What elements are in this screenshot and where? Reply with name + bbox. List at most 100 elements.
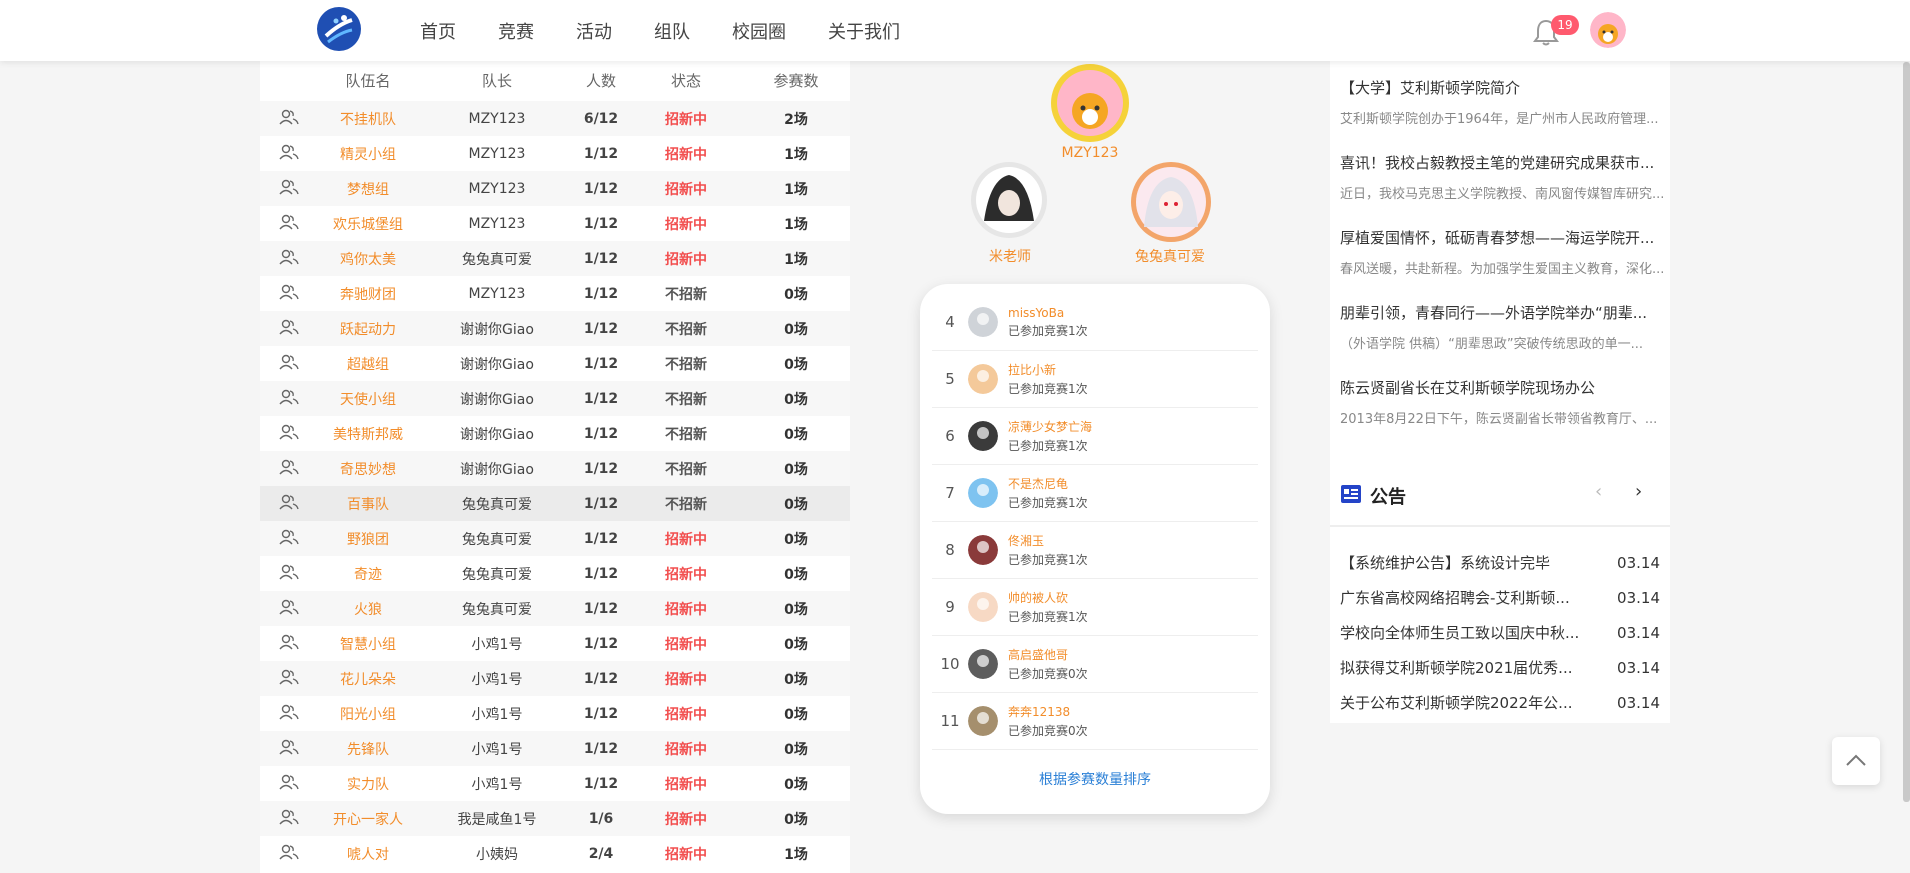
- news-item[interactable]: 朋辈引领，青春同行——外语学院举办“朋辈... （外语学院 供稿）“朋辈思政”突…: [1340, 302, 1670, 352]
- team-name[interactable]: 智慧小组: [318, 634, 418, 654]
- news-title[interactable]: 陈云贤副省长在艾利斯顿学院现场办公: [1340, 377, 1670, 398]
- ranking-avatar[interactable]: [968, 307, 998, 337]
- team-row[interactable]: 阳光小组 小鸡1号 1/12 招新中 0场: [260, 696, 850, 731]
- news-item[interactable]: 陈云贤副省长在艾利斯顿学院现场办公 2013年8月22日下午，陈云贤副省长带领省…: [1340, 377, 1670, 427]
- back-to-top-button[interactable]: [1832, 737, 1880, 785]
- team-name[interactable]: 阳光小组: [318, 704, 418, 724]
- ranking-user-name[interactable]: 高启盛他哥: [1008, 646, 1088, 663]
- team-row[interactable]: 跃起动力 谢谢你Giao 1/12 不招新 0场: [260, 311, 850, 346]
- team-name[interactable]: 奇迹: [318, 564, 418, 584]
- team-row[interactable]: 超越组 谢谢你Giao 1/12 不招新 0场: [260, 346, 850, 381]
- team-name[interactable]: 奇思妙想: [318, 459, 418, 479]
- team-row[interactable]: 鸡你太美 兔兔真可爱 1/12 招新中 1场: [260, 241, 850, 276]
- nav-campus[interactable]: 校园圈: [732, 18, 786, 44]
- ranking-item[interactable]: 11 奔奔12138 已参加竞赛0次: [932, 693, 1258, 750]
- ranking-user-name[interactable]: 佟湘玉: [1008, 532, 1088, 549]
- team-name[interactable]: 花儿朵朵: [318, 669, 418, 689]
- ranking-avatar[interactable]: [968, 364, 998, 394]
- ranking-item[interactable]: 4 missYoBa 已参加竞赛1次: [932, 294, 1258, 351]
- scrollbar[interactable]: [1903, 62, 1910, 802]
- team-name[interactable]: 精灵小组: [318, 144, 418, 164]
- team-name[interactable]: 百事队: [318, 494, 418, 514]
- team-row[interactable]: 唬人对 小姨妈 2/4 招新中 1场: [260, 836, 850, 871]
- logo-icon[interactable]: [316, 6, 362, 52]
- ranking-avatar[interactable]: [968, 592, 998, 622]
- team-name[interactable]: 梦想组: [318, 179, 418, 199]
- notice-text[interactable]: 【系统维护公告】系统设计完毕: [1340, 552, 1590, 573]
- ranking-avatar[interactable]: [968, 706, 998, 736]
- team-row[interactable]: 奇思妙想 谢谢你Giao 1/12 不招新 0场: [260, 451, 850, 486]
- team-name[interactable]: 实力队: [318, 774, 418, 794]
- team-row[interactable]: 奇迹 兔兔真可爱 1/12 招新中 0场: [260, 556, 850, 591]
- team-row[interactable]: 天使小组 谢谢你Giao 1/12 不招新 0场: [260, 381, 850, 416]
- news-title[interactable]: 喜讯！我校占毅教授主笔的党建研究成果获市...: [1340, 152, 1670, 173]
- ranking-user-name[interactable]: 拉比小新: [1008, 361, 1088, 378]
- chevron-left-icon[interactable]: ‹: [1595, 481, 1602, 502]
- chevron-right-icon[interactable]: ›: [1635, 481, 1642, 502]
- team-name[interactable]: 鸡你太美: [318, 249, 418, 269]
- nav-competition[interactable]: 竞赛: [498, 18, 534, 44]
- news-title[interactable]: 厚植爱国情怀，砥砺青春梦想——海运学院开...: [1340, 227, 1670, 248]
- ranking-user-name[interactable]: 不是杰尼龟: [1008, 475, 1088, 492]
- second-place-name[interactable]: 米老师: [960, 246, 1060, 266]
- sort-by-games-link[interactable]: 根据参赛数量排序: [920, 769, 1270, 789]
- ranking-user-name[interactable]: 奔奔12138: [1008, 703, 1088, 720]
- third-place-name[interactable]: 兔兔真可爱: [1110, 246, 1230, 266]
- notice-text[interactable]: 关于公布艾利斯顿学院2022年公...: [1340, 692, 1590, 713]
- user-avatar[interactable]: [1590, 12, 1626, 48]
- news-item[interactable]: 【大学】艾利斯顿学院简介 艾利斯顿学院创办于1964年，是广州市人民政府管理..…: [1340, 77, 1670, 127]
- team-name[interactable]: 开心一家人: [318, 809, 418, 829]
- ranking-item[interactable]: 7 不是杰尼龟 已参加竞赛1次: [932, 465, 1258, 522]
- team-name[interactable]: 野狼团: [318, 529, 418, 549]
- team-name[interactable]: 天使小组: [318, 389, 418, 409]
- team-name[interactable]: 不挂机队: [318, 109, 418, 129]
- ranking-item[interactable]: 8 佟湘玉 已参加竞赛1次: [932, 522, 1258, 579]
- team-name[interactable]: 先锋队: [318, 739, 418, 759]
- news-item[interactable]: 喜讯！我校占毅教授主笔的党建研究成果获市... 近日，我校马克思主义学院教授、南…: [1340, 152, 1670, 202]
- ranking-user-name[interactable]: 凉薄少女梦亡海: [1008, 418, 1092, 435]
- team-name[interactable]: 火狼: [318, 599, 418, 619]
- ranking-item[interactable]: 10 高启盛他哥 已参加竞赛0次: [932, 636, 1258, 693]
- ranking-user-name[interactable]: missYoBa: [1008, 306, 1088, 320]
- nav-home[interactable]: 首页: [420, 18, 456, 44]
- team-row[interactable]: 开心一家人 我是咸鱼1号 1/6 招新中 0场: [260, 801, 850, 836]
- ranking-item[interactable]: 5 拉比小新 已参加竞赛1次: [932, 351, 1258, 408]
- ranking-avatar[interactable]: [968, 649, 998, 679]
- team-row[interactable]: 美特斯邦威 谢谢你Giao 1/12 不招新 0场: [260, 416, 850, 451]
- nav-activity[interactable]: 活动: [576, 18, 612, 44]
- team-row[interactable]: 野狼团 兔兔真可爱 1/12 招新中 0场: [260, 521, 850, 556]
- third-place-avatar[interactable]: [1130, 161, 1212, 243]
- team-row[interactable]: 不挂机队 MZY123 6/12 招新中 2场: [260, 101, 850, 136]
- team-name[interactable]: 奔驰财团: [318, 284, 418, 304]
- team-row[interactable]: 火狼 兔兔真可爱 1/12 招新中 0场: [260, 591, 850, 626]
- team-row[interactable]: 花儿朵朵 小鸡1号 1/12 招新中 0场: [260, 661, 850, 696]
- notice-item[interactable]: 【系统维护公告】系统设计完毕 03.14: [1340, 545, 1660, 580]
- team-row[interactable]: 梦想组 MZY123 1/12 招新中 1场: [260, 171, 850, 206]
- team-row[interactable]: 实力队 小鸡1号 1/12 招新中 0场: [260, 766, 850, 801]
- team-name[interactable]: 美特斯邦威: [318, 424, 418, 444]
- team-row[interactable]: 精灵小组 MZY123 1/12 招新中 1场: [260, 136, 850, 171]
- notification-badge[interactable]: 19: [1551, 15, 1579, 35]
- team-name[interactable]: 唬人对: [318, 844, 418, 864]
- ranking-avatar[interactable]: [968, 535, 998, 565]
- team-row[interactable]: 奔驰财团 MZY123 1/12 不招新 0场: [260, 276, 850, 311]
- notice-item[interactable]: 学校向全体师生员工致以国庆中秋... 03.14: [1340, 615, 1660, 650]
- news-title[interactable]: 朋辈引领，青春同行——外语学院举办“朋辈...: [1340, 302, 1670, 323]
- news-title[interactable]: 【大学】艾利斯顿学院简介: [1340, 77, 1670, 98]
- team-row[interactable]: 智慧小组 小鸡1号 1/12 招新中 0场: [260, 626, 850, 661]
- nav-team[interactable]: 组队: [654, 18, 690, 44]
- second-place-avatar[interactable]: [970, 161, 1048, 239]
- first-place-avatar[interactable]: [1050, 63, 1130, 143]
- nav-about[interactable]: 关于我们: [828, 18, 900, 44]
- team-row[interactable]: 百事队 兔兔真可爱 1/12 不招新 0场: [260, 486, 850, 521]
- notice-text[interactable]: 广东省高校网络招聘会-艾利斯顿...: [1340, 587, 1590, 608]
- first-place-name[interactable]: MZY123: [1038, 145, 1142, 161]
- team-name[interactable]: 跃起动力: [318, 319, 418, 339]
- news-item[interactable]: 厚植爱国情怀，砥砺青春梦想——海运学院开... 春风送暖，共赴新程。为加强学生爱…: [1340, 227, 1670, 277]
- ranking-user-name[interactable]: 帅的被人砍: [1008, 589, 1088, 606]
- team-name[interactable]: 欢乐城堡组: [318, 214, 418, 234]
- notice-text[interactable]: 拟获得艾利斯顿学院2021届优秀...: [1340, 657, 1590, 678]
- ranking-item[interactable]: 6 凉薄少女梦亡海 已参加竞赛1次: [932, 408, 1258, 465]
- ranking-avatar[interactable]: [968, 421, 998, 451]
- notice-item[interactable]: 关于公布艾利斯顿学院2022年公... 03.14: [1340, 685, 1660, 720]
